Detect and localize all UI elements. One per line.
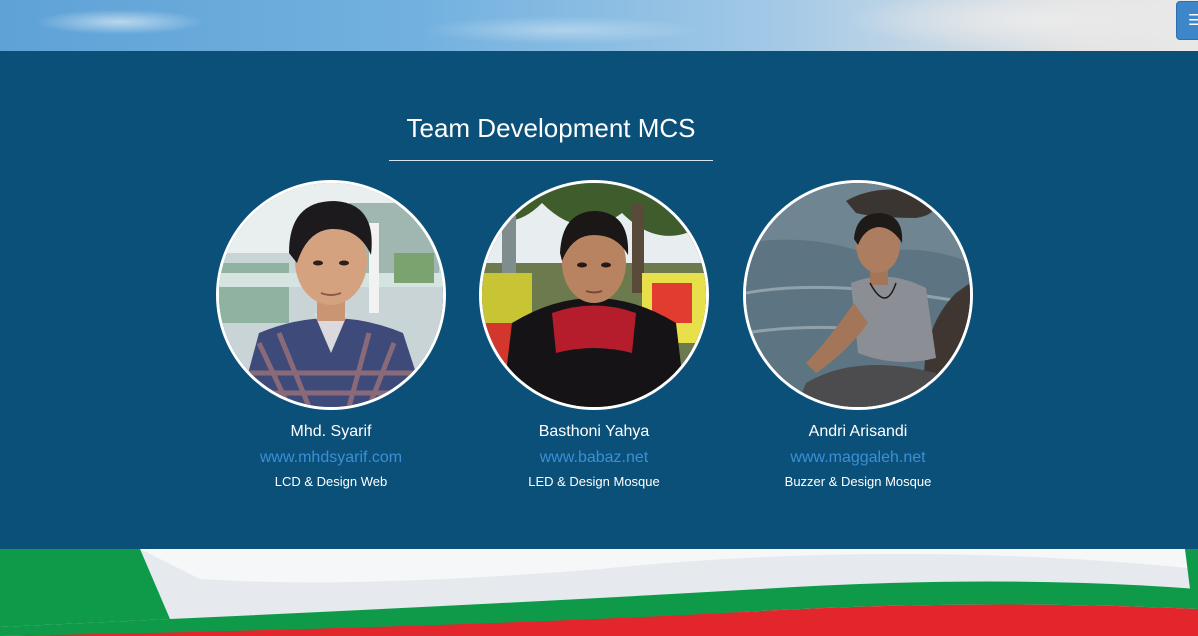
member-role: Buzzer & Design Mosque [784,474,932,489]
member-photo [479,180,709,410]
team-member-card: Andri Arisandi www.maggaleh.net Buzzer &… [738,180,978,490]
team-member-card: Basthoni Yahya www.babaz.net LED & Desig… [474,180,714,490]
member-website-link[interactable]: www.mhdsyarif.com [211,448,451,468]
hamburger-icon: ☰ [1188,12,1198,29]
member-website-link[interactable]: www.babaz.net [474,448,714,468]
member-photo [743,180,973,410]
team-section: Team Development MCS Mhd. Syarif www.mhd… [0,51,1198,549]
menu-toggle-button[interactable]: ☰ [1176,1,1198,40]
member-role: LCD & Design Web [274,474,388,489]
header-banner-image [0,0,1198,51]
member-photo [216,180,446,410]
page: ☰ Team Development MCS Mhd. Syarif www.m… [0,0,1198,636]
team-member-card: Mhd. Syarif www.mhdsyarif.com LCD & Desi… [211,180,451,490]
section-title: Team Development MCS [406,113,696,143]
member-role: LED & Design Mosque [528,474,660,489]
member-name: Mhd. Syarif [290,423,372,440]
member-website-link[interactable]: www.maggaleh.net [738,448,978,468]
footer-banner-image [0,549,1198,636]
member-name: Basthoni Yahya [538,423,650,440]
member-name: Andri Arisandi [808,423,908,440]
title-divider [389,160,713,161]
